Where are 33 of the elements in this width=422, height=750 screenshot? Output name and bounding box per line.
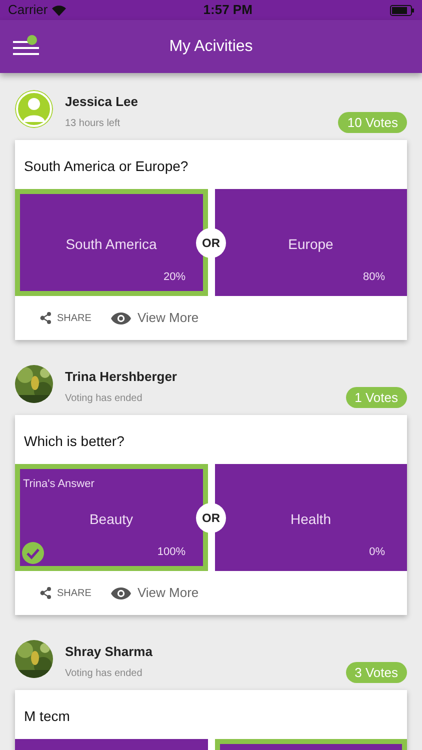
eye-icon <box>111 586 132 600</box>
avatar-icon <box>15 90 53 128</box>
question-text: M tecm <box>23 707 71 726</box>
time-status: Voting has ended <box>65 666 144 680</box>
share-button[interactable]: SHARE <box>40 310 92 326</box>
share-icon <box>40 587 51 599</box>
author-name: Jessica Lee <box>65 93 138 111</box>
page-title: My Acivities <box>169 36 253 56</box>
share-button[interactable]: SHARE <box>40 586 92 600</box>
question-text: South America or Europe? <box>23 157 190 176</box>
wifi-icon <box>52 4 66 16</box>
votes-badge: 10 Votes <box>338 112 407 133</box>
check-icon <box>22 542 44 564</box>
question-text: Which is better? <box>23 432 126 451</box>
view-more-button[interactable]: View More <box>111 308 199 328</box>
battery-icon <box>390 4 414 16</box>
eye-icon <box>111 312 132 324</box>
carrier-label: Carrier <box>8 1 48 20</box>
author-name: Trina Hershberger <box>65 368 177 386</box>
time-status: 13 hours left <box>65 116 122 130</box>
votes-badge: 1 Votes <box>346 386 407 408</box>
vote-percent: 80% <box>362 270 385 284</box>
vote-percent: 100% <box>157 544 186 560</box>
time-status: Voting has ended <box>65 392 144 406</box>
vote-percent: 0% <box>369 544 385 560</box>
status-time: 1:57 PM <box>203 1 252 20</box>
share-icon <box>40 312 51 324</box>
view-more-button[interactable]: View More <box>111 583 199 603</box>
vote-percent: 20% <box>163 270 186 284</box>
votes-badge: 3 Votes <box>346 662 407 683</box>
menu-button[interactable] <box>12 34 42 58</box>
author-name: Shray Sharma <box>65 643 152 661</box>
answer-label: Trina's Answer <box>23 477 94 492</box>
